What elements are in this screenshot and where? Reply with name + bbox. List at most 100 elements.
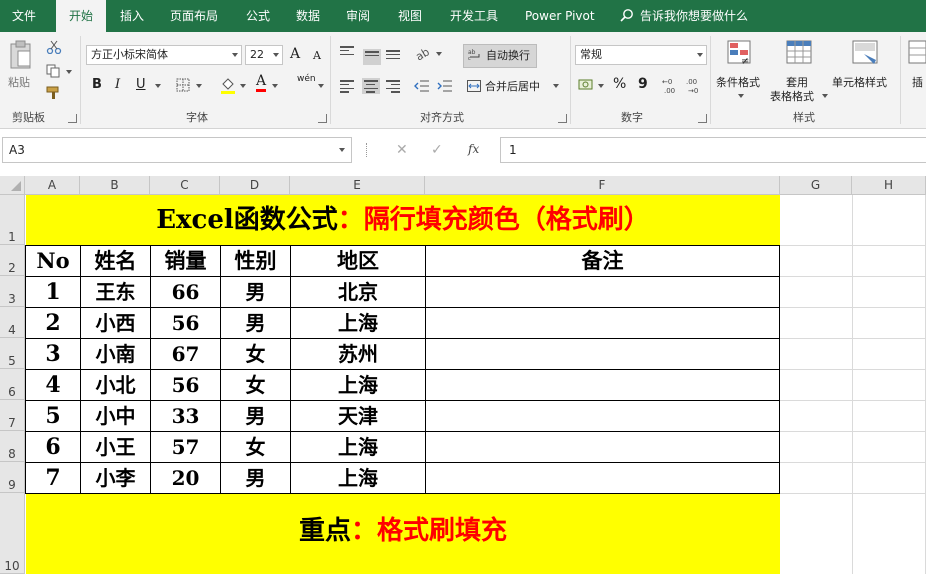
row-header-10[interactable]: 10 (0, 493, 25, 574)
italic-button[interactable]: I (115, 77, 120, 92)
cell-sales[interactable]: 57 (151, 432, 220, 462)
cell-styles-icon[interactable] (852, 40, 880, 66)
font-color-dropdown-icon[interactable] (272, 84, 278, 88)
cell-name[interactable]: 王东 (81, 277, 150, 307)
cell-remarks[interactable] (426, 432, 779, 462)
cell-gender[interactable]: 男 (221, 277, 290, 307)
cell-styles-button[interactable]: 单元格样式 (832, 74, 887, 90)
cell-name[interactable]: 小西 (81, 308, 150, 338)
select-all-corner[interactable] (0, 176, 25, 195)
tab-view[interactable]: 视图 (398, 0, 422, 32)
insert-function-button[interactable]: fx (468, 142, 479, 156)
fill-color-icon[interactable] (220, 76, 236, 94)
increase-indent-icon[interactable] (437, 79, 453, 93)
cell-sales[interactable]: 56 (151, 370, 220, 400)
tab-data[interactable]: 数据 (296, 0, 320, 32)
column-header-c[interactable]: C (150, 176, 220, 195)
cell-sales[interactable]: 56 (151, 308, 220, 338)
header-remarks[interactable]: 备注 (426, 246, 779, 276)
header-no[interactable]: No (26, 246, 80, 276)
tab-home[interactable]: 开始 (56, 0, 106, 32)
conditional-formatting-button[interactable]: 条件格式 (716, 74, 760, 90)
row-header-4[interactable]: 4 (0, 307, 25, 338)
column-header-d[interactable]: D (220, 176, 290, 195)
align-center-icon[interactable] (362, 78, 380, 94)
cell-gender[interactable]: 男 (221, 308, 290, 338)
conditional-dropdown-icon[interactable] (738, 94, 744, 98)
grow-font-button[interactable]: A (290, 46, 300, 62)
tell-me-search[interactable]: 告诉我你想要做什么 (620, 0, 748, 32)
tab-formulas[interactable]: 公式 (246, 0, 270, 32)
tab-review[interactable]: 审阅 (346, 0, 370, 32)
tab-file[interactable]: 文件 (12, 0, 36, 32)
cell-remarks[interactable] (426, 370, 779, 400)
font-color-button[interactable]: A (256, 74, 267, 92)
accounting-format-icon[interactable] (578, 77, 594, 93)
column-header-e[interactable]: E (290, 176, 425, 195)
cell-sales[interactable]: 20 (151, 463, 220, 493)
accounting-dropdown-icon[interactable] (598, 84, 604, 88)
format-painter-icon[interactable] (46, 86, 62, 100)
cell-sales[interactable]: 66 (151, 277, 220, 307)
cell-no[interactable]: 1 (26, 277, 80, 307)
column-header-g[interactable]: G (780, 176, 852, 195)
number-format-select[interactable]: 常规 (575, 45, 707, 65)
column-header-f[interactable]: F (425, 176, 780, 195)
cell-name[interactable]: 小中 (81, 401, 150, 431)
header-region[interactable]: 地区 (291, 246, 425, 276)
format-as-table-icon[interactable] (786, 40, 814, 66)
name-box[interactable]: A3 (2, 137, 352, 163)
row-header-5[interactable]: 5 (0, 338, 25, 369)
cell-name[interactable]: 小北 (81, 370, 150, 400)
title-cell[interactable]: Excel函数公式：隔行填充颜色（格式刷） (26, 195, 780, 245)
borders-dropdown-icon[interactable] (196, 84, 202, 88)
row-header-3[interactable]: 3 (0, 276, 25, 307)
format-table-dropdown-icon[interactable] (822, 94, 828, 98)
align-right-icon[interactable] (386, 80, 400, 93)
cell-sales[interactable]: 33 (151, 401, 220, 431)
underline-button[interactable]: U (136, 77, 146, 92)
row-header-6[interactable]: 6 (0, 369, 25, 400)
font-launcher-icon[interactable] (318, 114, 327, 123)
row-header-8[interactable]: 8 (0, 431, 25, 462)
row-header-9[interactable]: 9 (0, 462, 25, 493)
phonetic-button[interactable]: wén (297, 74, 316, 84)
cell-gender[interactable]: 女 (221, 339, 290, 369)
column-header-h[interactable]: H (852, 176, 926, 195)
cancel-formula-button[interactable]: ✕ (396, 142, 408, 158)
tab-insert[interactable]: 插入 (120, 0, 144, 32)
column-header-a[interactable]: A (25, 176, 80, 195)
conditional-formatting-icon[interactable]: ≠ (727, 40, 755, 66)
insert-cells-icon[interactable] (908, 40, 926, 66)
borders-icon[interactable] (176, 78, 190, 92)
font-size-select[interactable]: 22 (245, 45, 283, 65)
decrease-indent-icon[interactable] (414, 79, 430, 93)
cell-gender[interactable]: 女 (221, 370, 290, 400)
bold-button[interactable]: B (92, 77, 102, 92)
header-name[interactable]: 姓名 (81, 246, 150, 276)
cell-remarks[interactable] (426, 277, 779, 307)
increase-decimal-icon[interactable]: ←0.00 (662, 76, 680, 94)
insert-cells-button[interactable]: 插 (912, 74, 923, 90)
cut-icon[interactable] (46, 40, 62, 54)
column-header-b[interactable]: B (80, 176, 150, 195)
cell-no[interactable]: 3 (26, 339, 80, 369)
cell-sales[interactable]: 67 (151, 339, 220, 369)
percent-button[interactable]: % (613, 76, 626, 92)
formula-input[interactable]: 1 (500, 137, 926, 163)
cell-no[interactable]: 7 (26, 463, 80, 493)
row-header-1[interactable]: 1 (0, 195, 25, 245)
align-middle-icon[interactable] (363, 49, 381, 65)
decrease-decimal-icon[interactable]: .00→0 (686, 76, 704, 94)
tab-page-layout[interactable]: 页面布局 (170, 0, 218, 32)
align-top-icon[interactable] (340, 46, 354, 58)
row-header-7[interactable]: 7 (0, 400, 25, 431)
format-as-table-line2[interactable]: 表格格式 (770, 88, 814, 104)
footer-cell[interactable]: 重点：格式刷填充 (26, 494, 780, 568)
row-header-2[interactable]: 2 (0, 245, 25, 276)
cell-no[interactable]: 5 (26, 401, 80, 431)
comma-button[interactable]: 9 (638, 76, 648, 92)
cell-name[interactable]: 小王 (81, 432, 150, 462)
enter-formula-button[interactable]: ✓ (431, 142, 443, 158)
tab-power-pivot[interactable]: Power Pivot (525, 0, 595, 32)
